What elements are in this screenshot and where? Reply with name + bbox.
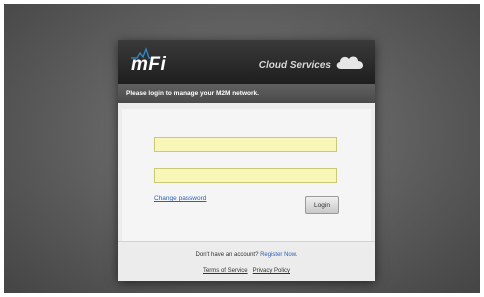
mfi-logo: mFi [131, 47, 171, 75]
cloud-icon [336, 56, 364, 69]
username-field[interactable] [154, 137, 337, 152]
panel-header: mFi Cloud Services [118, 40, 375, 84]
logo-text: mFi [131, 54, 167, 75]
password-field[interactable] [154, 168, 337, 183]
no-account-text: Don't have an account? [195, 252, 259, 258]
panel-footer: Don't have an account? Register Now. Ter… [118, 241, 375, 282]
register-link[interactable]: Register Now. [260, 252, 297, 258]
terms-link[interactable]: Terms of Service [203, 268, 248, 274]
privacy-link[interactable]: Privacy Policy [253, 268, 290, 274]
cloud-services-label: Cloud Services [258, 60, 331, 71]
background: mFi Cloud Services Please login to manag… [4, 4, 480, 293]
login-button[interactable]: Login [305, 196, 339, 214]
register-line: Don't have an account? Register Now. [118, 252, 375, 258]
login-form: Change password Login [122, 109, 371, 241]
login-prompt: Please login to manage your M2M network. [118, 84, 375, 103]
login-panel: mFi Cloud Services Please login to manag… [118, 40, 375, 281]
legal-links: Terms of Service Privacy Policy [118, 268, 375, 274]
change-password-link[interactable]: Change password [154, 195, 206, 202]
